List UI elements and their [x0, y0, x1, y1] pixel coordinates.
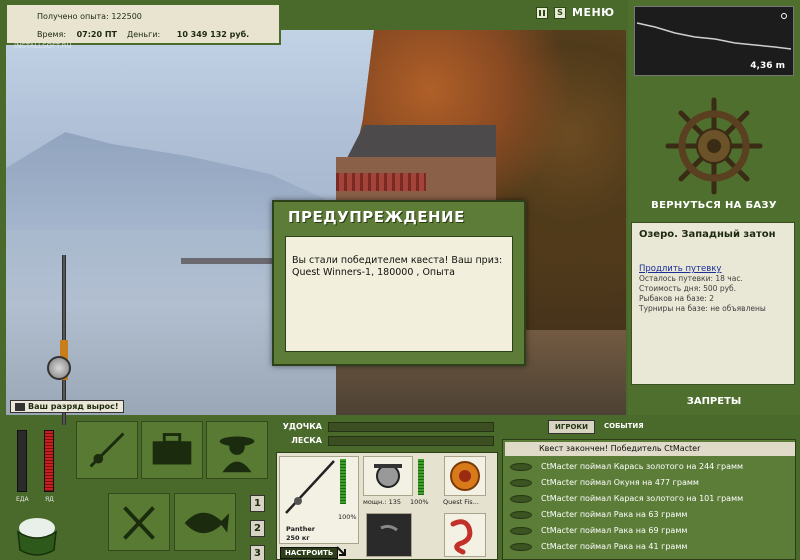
rank-up-text: Ваш разряд вырос! [28, 402, 119, 411]
location-name: Озеро. Западный затон [639, 229, 776, 240]
list-item: CtMacter поймал Рака на 41 грамм [505, 540, 795, 553]
tune-button[interactable]: НАСТРОИТЬ [280, 547, 339, 559]
reel-info: мощн.: 135 [363, 498, 401, 506]
money-value: 10 349 132 руб. [176, 30, 250, 39]
sound-toggle-icon[interactable]: S [554, 6, 566, 19]
xp-value: 122500 [111, 12, 142, 21]
fish-icon [510, 543, 532, 551]
bans-button[interactable]: ЗАПРЕТЫ [628, 396, 800, 407]
lure-slot[interactable] [444, 456, 486, 496]
worm-icon [450, 519, 473, 555]
line-status-label: ЛЕСКА [291, 436, 322, 445]
xp-label: Получено опыта: [37, 12, 109, 21]
lure-icon [450, 461, 480, 491]
cauldron-icon[interactable] [12, 510, 62, 560]
reel-icon [374, 464, 402, 488]
event-text: CtMacter поймал Окуня на 477 грамм [541, 478, 699, 487]
tab-events[interactable]: СОБЫТИЯ [598, 420, 650, 434]
rod-icon [285, 460, 335, 514]
fish-icon [510, 463, 532, 471]
events-tabs: ИГРОКИ СОБЫТИЯ [548, 420, 650, 434]
extend-trip-link[interactable]: Продлить путевку [639, 264, 787, 274]
catch-slot[interactable] [174, 493, 236, 551]
player-stats: Получено опыта: 122500 Время: 07:20 ПТ Д… [5, 3, 281, 45]
pause-icon[interactable] [536, 6, 548, 19]
top-menu-bar: S МЕНЮ [536, 6, 615, 19]
fish-icon [510, 479, 532, 487]
boathouse [336, 125, 496, 205]
fish-icon [510, 511, 532, 519]
reel-slot[interactable] [363, 456, 413, 496]
fish-icon [184, 512, 230, 534]
list-item: CtMacter поймал Окуня на 477 грамм [505, 476, 795, 489]
list-item: CtMacter поймал Рака на 69 грамм [505, 524, 795, 537]
trip-remaining: Осталось путевки: 18 час. [639, 274, 743, 283]
fisherman-slot[interactable] [206, 421, 268, 479]
food-meter [17, 430, 27, 492]
tab-players[interactable]: ИГРОКИ [548, 420, 595, 434]
poison-label: ЯД [45, 496, 54, 503]
fish-icon [510, 495, 532, 503]
list-item: CtMacter поймал Карася золотого на 101 г… [505, 492, 795, 505]
line-status-bar [328, 436, 494, 446]
event-feed: Квест закончен! Победитель CtMacter CtMa… [502, 439, 796, 560]
line-spool-icon [380, 524, 398, 532]
depth-marker-icon [781, 13, 787, 19]
list-item: CtMacter поймал Карась золотого на 244 г… [505, 460, 795, 473]
slot-button-2[interactable]: 2 [250, 520, 265, 537]
fish-icon [510, 527, 532, 535]
rods-slot[interactable] [76, 421, 138, 479]
tackle-box-icon [152, 433, 192, 465]
knife-fork-icon [123, 506, 155, 540]
tackle-box-slot[interactable] [141, 421, 203, 479]
depth-value: 4,36 m [750, 61, 785, 71]
tackle-panel: Panther 250 кг 100% мощн.: 135 100% Ques… [276, 452, 498, 560]
list-item: CtMacter поймал Рака на 63 грамм [505, 508, 795, 521]
rank-up-message: Ваш разряд вырос! [10, 400, 124, 413]
lure-name: Quest Fis... [443, 498, 479, 506]
kitchen-slot[interactable] [108, 493, 170, 551]
tournaments-status: Турниры на базе: не объявлены [639, 304, 766, 313]
location-info: Озеро. Западный затон Продлить путевку О… [631, 222, 795, 385]
rod-status-label: УДОЧКА [282, 422, 322, 431]
watermark: INSTALLSOFT.RU [14, 42, 72, 50]
event-text: CtMacter поймал Карась золотого на 244 г… [541, 462, 744, 471]
warning-dialog[interactable]: ПРЕДУПРЕЖДЕНИЕ Вы стали победителем квес… [272, 200, 526, 366]
time-value: 07:20 ПТ [76, 30, 117, 39]
events-panel: ИГРОКИ СОБЫТИЯ Квест закончен! Победител… [502, 420, 796, 560]
reel-percent: 100% [410, 498, 429, 506]
depth-sounder: 4,36 m [634, 6, 794, 76]
slot-button-1[interactable]: 1 [250, 495, 265, 512]
poison-meter-fill [45, 431, 53, 491]
time-label: Время: [37, 30, 67, 39]
fisherman-icon [219, 436, 255, 473]
return-to-base-button[interactable]: ВЕРНУТЬСЯ НА БАЗУ [628, 200, 800, 211]
quest-finished-message: Квест закончен! Победитель CtMacter [505, 442, 795, 456]
rod-name: Panther [286, 525, 315, 533]
bait-slot[interactable] [444, 513, 486, 557]
money-label: Деньги: [127, 30, 161, 39]
rod-tool-icon [89, 432, 125, 468]
event-text: CtMacter поймал Рака на 63 грамм [541, 510, 688, 519]
event-text: CtMacter поймал Рака на 41 грамм [541, 542, 688, 551]
event-text: CtMacter поймал Рака на 69 грамм [541, 526, 688, 535]
rod-weight: 250 кг [286, 534, 310, 542]
rod-slot[interactable]: Panther 250 кг 100% [279, 456, 359, 544]
pier [181, 258, 276, 264]
line-slot[interactable] [366, 513, 412, 557]
rod-status-bar [328, 422, 494, 432]
ship-wheel-icon[interactable] [664, 96, 764, 196]
poison-meter [44, 430, 54, 492]
food-label: ЕДА [16, 496, 29, 503]
event-text: CtMacter поймал Карася золотого на 101 г… [541, 494, 744, 503]
dialog-message: Вы стали победителем квеста! Ваш приз: Q… [285, 236, 513, 352]
reel-icon[interactable] [47, 356, 71, 380]
arrow-icon [336, 546, 346, 556]
dialog-title: ПРЕДУПРЕЖДЕНИЕ [288, 208, 465, 226]
slot-button-3[interactable]: 3 [250, 545, 265, 560]
anglers-count: Рыбаков на базе: 2 [639, 294, 714, 303]
rod-percent: 100% [338, 513, 357, 521]
day-cost: Стоимость дня: 500 руб. [639, 284, 737, 293]
menu-button[interactable]: МЕНЮ [572, 6, 615, 19]
